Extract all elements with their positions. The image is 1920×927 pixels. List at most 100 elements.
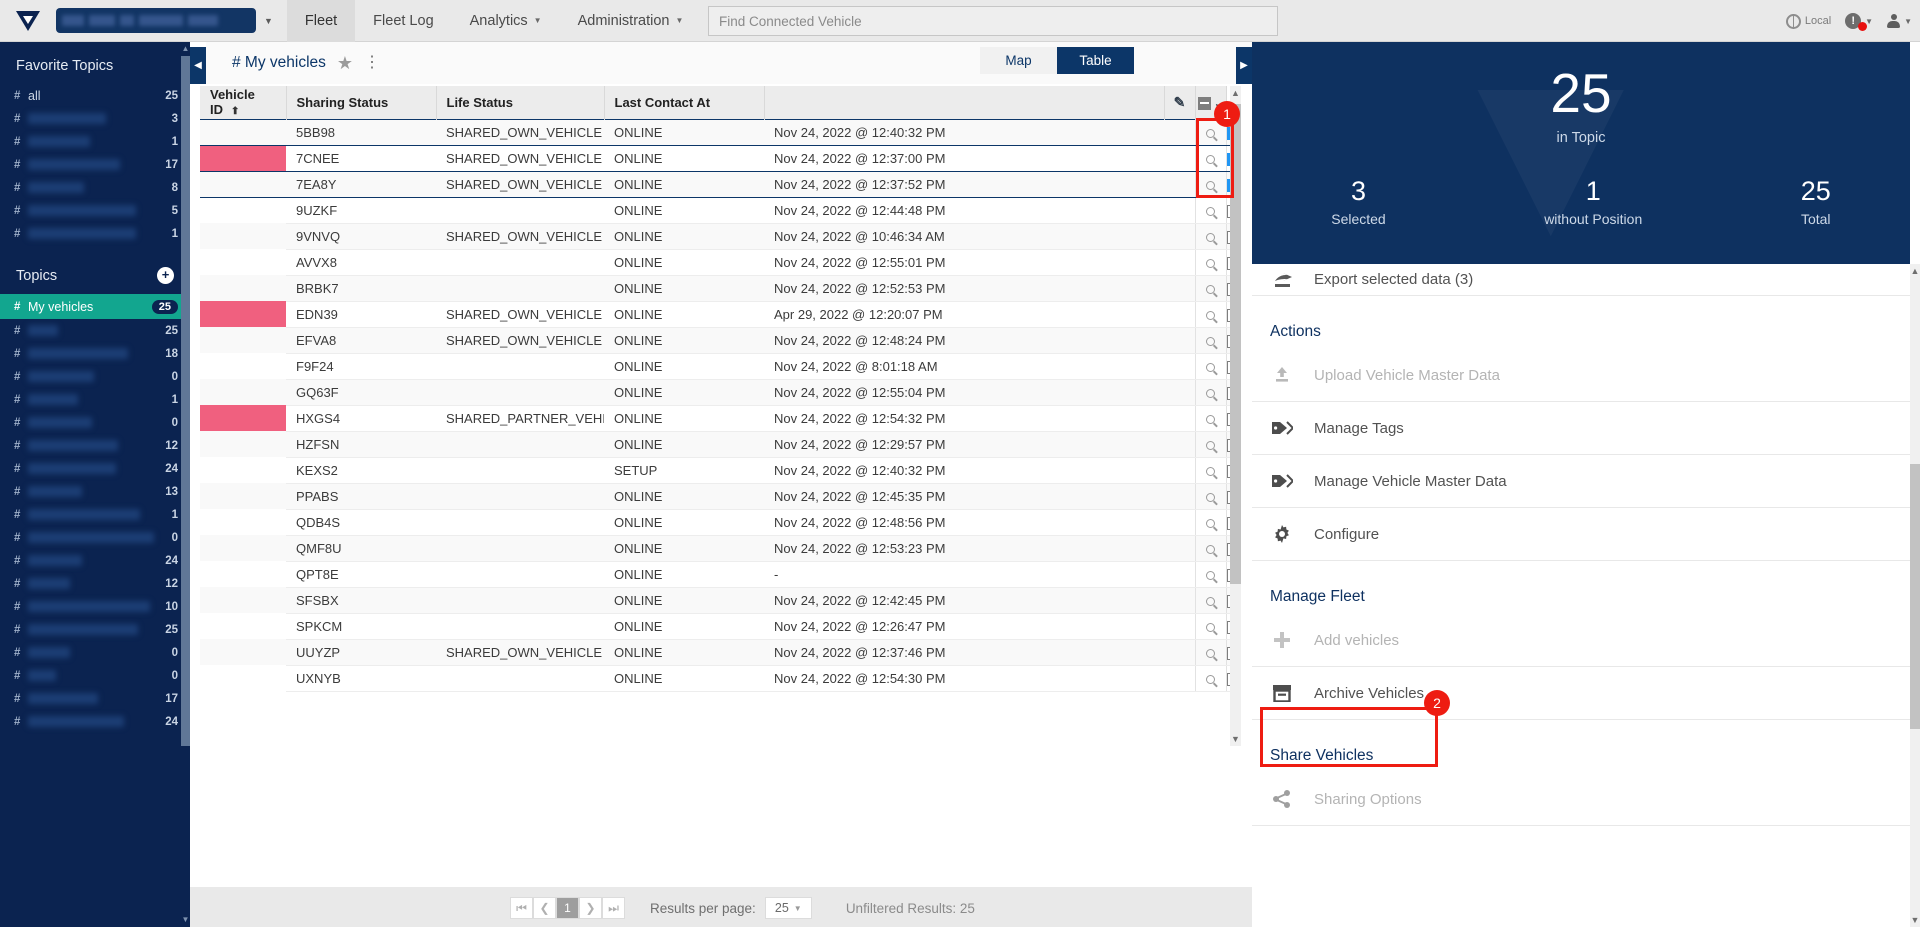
topic-item[interactable]: #3: [0, 107, 190, 130]
table-row[interactable]: AVVX8 ONLINE Nov 24, 2022 @ 12:55:01 PM: [200, 249, 1240, 276]
search-icon[interactable]: [1206, 362, 1215, 372]
right-panel-scroll-down-icon[interactable]: ▼: [1910, 913, 1920, 927]
locale-button[interactable]: Local: [1785, 13, 1831, 29]
table-row[interactable]: 5BB98 SHARED_OWN_VEHICLE ONLINE Nov 24, 202…: [200, 118, 1240, 146]
expand-right-panel-button[interactable]: ▶: [1236, 47, 1252, 84]
table-row[interactable]: SPKCM ONLINE Nov 24, 2022 @ 12:26:47 PM: [200, 613, 1240, 640]
column-header-vehicle-id[interactable]: Vehicle ID ⬆: [200, 86, 287, 119]
table-row[interactable]: QDB4S ONLINE Nov 24, 2022 @ 12:48:56 PM: [200, 509, 1240, 536]
table-row[interactable]: SFSBX ONLINE Nov 24, 2022 @ 12:42:45 PM: [200, 587, 1240, 614]
table-row[interactable]: HXGS4SHARED_PARTNER_VEHICLEONLINENov 24,…: [200, 405, 1240, 432]
table-row[interactable]: EFVA8 SHARED_OWN_VEHICLE ONLINE Nov 24, 202…: [200, 327, 1240, 354]
topic-item[interactable]: #5: [0, 199, 190, 222]
sidebar-scrollbar[interactable]: ▲ ▼: [181, 42, 190, 927]
search-icon[interactable]: [1206, 466, 1215, 476]
search-icon[interactable]: [1206, 674, 1215, 684]
sidebar-scroll-thumb[interactable]: [181, 56, 190, 746]
row-inspect-button[interactable]: [1194, 223, 1226, 250]
row-inspect-button[interactable]: [1194, 639, 1226, 666]
action-manage-vehicle-master-data[interactable]: Manage Vehicle Master Data: [1252, 455, 1910, 508]
pagination-first-button[interactable]: ⏮: [510, 897, 533, 919]
action-manage-tags[interactable]: Manage Tags: [1252, 402, 1910, 455]
topic-item[interactable]: #0: [0, 365, 190, 388]
row-inspect-button[interactable]: [1194, 509, 1226, 536]
right-panel-scrollbar[interactable]: ▲ ▼: [1910, 264, 1920, 927]
table-row[interactable]: QMF8U ONLINE Nov 24, 2022 @ 12:53:23 PM: [200, 535, 1240, 562]
search-icon[interactable]: [1206, 648, 1215, 658]
row-inspect-button[interactable]: [1194, 535, 1226, 562]
topic-item[interactable]: #24: [0, 710, 190, 733]
topic-item[interactable]: #10: [0, 595, 190, 618]
pagination-next-button[interactable]: ❯: [579, 897, 602, 919]
topic-item[interactable]: #1: [0, 388, 190, 411]
search-icon[interactable]: [1206, 336, 1215, 346]
row-inspect-button[interactable]: [1194, 561, 1226, 588]
nav-item-analytics[interactable]: Analytics ▼: [452, 0, 560, 42]
table-row[interactable]: F9F24 ONLINE Nov 24, 2022 @ 8:01:18 AM: [200, 353, 1240, 380]
topic-item[interactable]: #18: [0, 342, 190, 365]
pencil-icon[interactable]: ✎: [1174, 94, 1186, 110]
column-header-sharing-status[interactable]: Sharing Status: [286, 86, 437, 119]
row-inspect-button[interactable]: [1194, 613, 1226, 640]
table-scroll-down-icon[interactable]: ▼: [1230, 732, 1241, 746]
topic-item-my-vehicles[interactable]: # My vehicles 25: [0, 294, 190, 319]
favorite-star-icon[interactable]: ★: [337, 53, 353, 74]
nav-item-administration[interactable]: Administration ▼: [560, 0, 702, 42]
row-inspect-button[interactable]: [1194, 431, 1226, 458]
sidebar-scroll-down-icon[interactable]: ▼: [181, 913, 190, 927]
row-inspect-button[interactable]: [1194, 301, 1226, 328]
table-row[interactable]: UUYZP SHARED_OWN_VEHICLE ONLINE Nov 24, 202…: [200, 639, 1240, 666]
row-inspect-button[interactable]: [1194, 457, 1226, 484]
topic-item[interactable]: #12: [0, 572, 190, 595]
topic-item[interactable]: #0: [0, 526, 190, 549]
select-all-indeterminate-icon[interactable]: [1197, 96, 1211, 110]
column-header-life-status[interactable]: Life Status: [436, 86, 605, 119]
results-per-page-select[interactable]: 25 ▼: [764, 897, 812, 919]
search-icon[interactable]: [1206, 440, 1215, 450]
topic-item-all[interactable]: # all 25: [0, 84, 190, 107]
search-input[interactable]: [708, 6, 1278, 36]
action-configure[interactable]: Configure: [1252, 508, 1910, 561]
row-inspect-button[interactable]: [1194, 665, 1226, 692]
row-inspect-button[interactable]: [1194, 405, 1226, 432]
table-row[interactable]: PPABS ONLINE Nov 24, 2022 @ 12:45:35 PM: [200, 483, 1240, 510]
user-menu-button[interactable]: ▼: [1887, 13, 1912, 29]
table-scroll-up-icon[interactable]: ▲: [1230, 86, 1241, 100]
pagination-last-button[interactable]: ⏭: [602, 897, 625, 919]
topic-item[interactable]: #17: [0, 153, 190, 176]
table-row[interactable]: 7EA8Y SHARED_OWN_VEHICLE ONLINE Nov 24, 202…: [200, 170, 1240, 198]
search-icon[interactable]: [1206, 622, 1215, 632]
row-inspect-button[interactable]: [1194, 379, 1226, 406]
organization-caret-icon[interactable]: ▼: [264, 16, 273, 26]
organization-selector[interactable]: [56, 8, 256, 33]
tab-map[interactable]: Map: [980, 47, 1057, 74]
nav-item-fleet-log[interactable]: Fleet Log: [355, 0, 451, 42]
search-icon[interactable]: [1206, 518, 1215, 528]
right-panel-scroll-thumb[interactable]: [1910, 464, 1920, 729]
pagination-prev-button[interactable]: ❮: [533, 897, 556, 919]
table-row[interactable]: UXNYB ONLINE Nov 24, 2022 @ 12:54:30 PM: [200, 665, 1240, 692]
topic-options-kebab-icon[interactable]: ⋮: [364, 55, 380, 71]
search-icon[interactable]: [1206, 596, 1215, 606]
topic-item[interactable]: #13: [0, 480, 190, 503]
topic-item[interactable]: #0: [0, 411, 190, 434]
export-selected-data-button[interactable]: Export selected data (3): [1252, 264, 1910, 296]
table-row[interactable]: EDN39 SHARED_OWN_VEHICLE ONLINE Apr 29, 202…: [200, 301, 1240, 328]
topic-item[interactable]: #25: [0, 618, 190, 641]
row-inspect-button[interactable]: [1194, 197, 1226, 224]
collapse-sidebar-button[interactable]: ◀: [190, 47, 206, 84]
table-row[interactable]: 9UZKF ONLINE Nov 24, 2022 @ 12:44:48 PM: [200, 197, 1240, 224]
topic-item[interactable]: #0: [0, 641, 190, 664]
topic-item[interactable]: #1: [0, 503, 190, 526]
topic-item[interactable]: #1: [0, 130, 190, 153]
topic-item[interactable]: #17: [0, 687, 190, 710]
table-row[interactable]: 7CNEE SHARED_OWN_VEHICLE ONLINE Nov 24, 202…: [200, 144, 1240, 172]
sort-ascending-icon[interactable]: ⬆: [231, 106, 239, 117]
topic-item[interactable]: #8: [0, 176, 190, 199]
table-row[interactable]: QPT8E ONLINE -: [200, 561, 1240, 588]
row-inspect-button[interactable]: [1194, 353, 1226, 380]
user-caret-icon[interactable]: ▼: [1904, 17, 1912, 26]
row-inspect-button[interactable]: [1194, 483, 1226, 510]
topic-item[interactable]: #1: [0, 222, 190, 245]
row-inspect-button[interactable]: [1194, 275, 1226, 302]
